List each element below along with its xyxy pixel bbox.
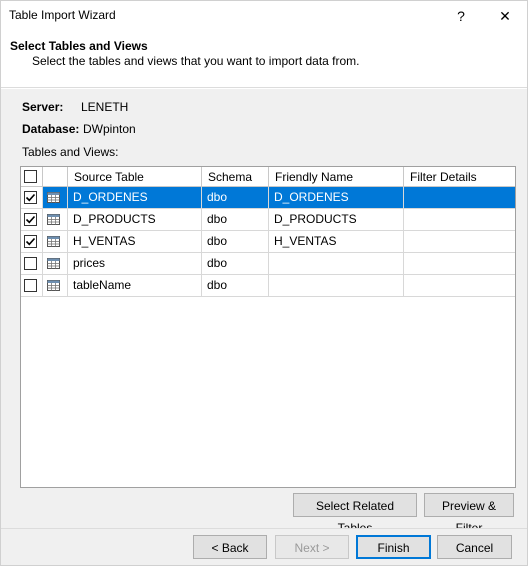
back-button[interactable]: < Back	[193, 535, 267, 559]
table-import-wizard-window: Table Import Wizard ? ✕ Select Tables an…	[0, 0, 528, 566]
row-source-table: H_VENTAS	[68, 231, 202, 252]
row-schema: dbo	[202, 231, 269, 252]
wizard-header: Select Tables and Views Select the table…	[1, 31, 527, 88]
database-label: Database:	[22, 122, 80, 136]
page-title: Select Tables and Views	[10, 39, 148, 53]
row-schema: dbo	[202, 187, 269, 208]
row-icon-cell	[43, 231, 68, 252]
table-icon	[47, 236, 60, 247]
server-value: LENETH	[81, 100, 129, 114]
row-icon-cell	[43, 209, 68, 230]
row-source-table: tableName	[68, 275, 202, 296]
table-icon	[47, 258, 60, 269]
tables-grid[interactable]: Source Table Schema Friendly Name Filter…	[20, 166, 516, 488]
select-all-checkbox[interactable]	[24, 170, 37, 183]
table-row[interactable]: D_PRODUCTS dbo D_PRODUCTS	[21, 209, 515, 231]
row-checkbox-cell[interactable]	[21, 209, 43, 230]
cancel-button[interactable]: Cancel	[437, 535, 512, 559]
row-checkbox[interactable]	[24, 235, 37, 248]
checkmark-icon	[25, 215, 36, 224]
table-row[interactable]: prices dbo	[21, 253, 515, 275]
row-checkbox-cell[interactable]	[21, 231, 43, 252]
window-title: Table Import Wizard	[9, 8, 116, 22]
row-icon-cell	[43, 275, 68, 296]
checkmark-icon	[25, 193, 36, 202]
row-friendly-name[interactable]: D_PRODUCTS	[269, 209, 404, 230]
help-button[interactable]: ?	[439, 1, 483, 31]
row-filter-details[interactable]	[404, 209, 515, 230]
finish-button[interactable]: Finish	[356, 535, 431, 559]
tables-and-views-label: Tables and Views:	[22, 145, 119, 159]
table-row[interactable]: D_ORDENES dbo D_ORDENES	[21, 187, 515, 209]
table-icon	[47, 214, 60, 225]
page-subtitle: Select the tables and views that you wan…	[32, 54, 360, 68]
title-bar: Table Import Wizard ? ✕	[1, 1, 527, 31]
row-filter-details[interactable]	[404, 275, 515, 296]
wizard-footer: < Back Next > Finish Cancel	[1, 528, 527, 565]
row-source-table: D_PRODUCTS	[68, 209, 202, 230]
row-filter-details[interactable]	[404, 231, 515, 252]
row-icon-cell	[43, 253, 68, 274]
table-row[interactable]: H_VENTAS dbo H_VENTAS	[21, 231, 515, 253]
column-header-source-table[interactable]: Source Table	[68, 167, 202, 187]
column-header-friendly-name[interactable]: Friendly Name	[269, 167, 404, 187]
row-filter-details[interactable]	[404, 253, 515, 274]
row-checkbox-cell[interactable]	[21, 275, 43, 296]
next-button[interactable]: Next >	[275, 535, 349, 559]
row-schema: dbo	[202, 275, 269, 296]
wizard-body: Server: LENETH Database: DWpinton Tables…	[1, 89, 527, 535]
preview-filter-button[interactable]: Preview & Filter	[424, 493, 514, 535]
row-filter-details[interactable]	[404, 187, 515, 208]
column-header-filter-details[interactable]: Filter Details	[404, 167, 515, 187]
select-all-column[interactable]	[21, 167, 43, 187]
row-checkbox[interactable]	[24, 257, 37, 270]
row-friendly-name[interactable]: H_VENTAS	[269, 231, 404, 252]
row-friendly-name[interactable]	[269, 253, 404, 274]
select-related-tables-button[interactable]: Select Related Tables	[293, 493, 417, 535]
close-button[interactable]: ✕	[483, 1, 527, 31]
table-row[interactable]: tableName dbo	[21, 275, 515, 297]
row-checkbox[interactable]	[24, 279, 37, 292]
row-checkbox[interactable]	[24, 191, 37, 204]
row-source-table: D_ORDENES	[68, 187, 202, 208]
table-icon	[47, 192, 60, 203]
row-friendly-name[interactable]: D_ORDENES	[269, 187, 404, 208]
database-value: DWpinton	[83, 122, 136, 136]
table-icon	[47, 280, 60, 291]
column-header-schema[interactable]: Schema	[202, 167, 269, 187]
icon-column-header	[43, 167, 68, 187]
row-checkbox-cell[interactable]	[21, 253, 43, 274]
grid-header: Source Table Schema Friendly Name Filter…	[21, 167, 515, 187]
row-checkbox-cell[interactable]	[21, 187, 43, 208]
server-label: Server:	[22, 100, 64, 114]
row-source-table: prices	[68, 253, 202, 274]
row-checkbox[interactable]	[24, 213, 37, 226]
checkmark-icon	[25, 237, 36, 246]
row-icon-cell	[43, 187, 68, 208]
row-friendly-name[interactable]	[269, 275, 404, 296]
row-schema: dbo	[202, 253, 269, 274]
row-schema: dbo	[202, 209, 269, 230]
